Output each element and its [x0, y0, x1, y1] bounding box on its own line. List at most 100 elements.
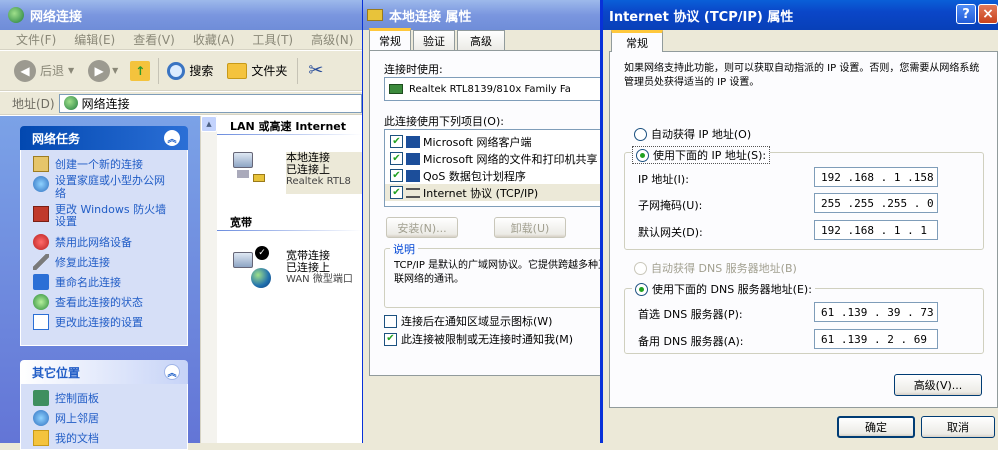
preferred-dns-field[interactable]: 61 .139 . 39 . 73 — [814, 302, 938, 322]
connection-status: 已连接上 — [286, 261, 330, 274]
protocol-icon — [406, 187, 420, 198]
menu-tools[interactable]: 工具(T) — [252, 31, 293, 48]
menu-advanced[interactable]: 高级(N) — [311, 31, 353, 48]
address-input[interactable]: 网络连接 — [58, 93, 362, 113]
auto-ip-option[interactable]: 自动获得 IP 地址(O) — [634, 126, 751, 142]
task-create-connection[interactable]: 创建一个新的连接 — [33, 154, 179, 174]
connection-small-icon — [367, 9, 383, 21]
explorer-titlebar[interactable]: 网络连接 — [0, 0, 362, 30]
tab-general[interactable]: 常规 — [369, 28, 411, 50]
task-home-network[interactable]: 设置家庭或小型办公网络 — [33, 174, 179, 204]
ok-button[interactable]: 确定 — [837, 416, 915, 438]
scroll-up-icon[interactable]: ▲ — [201, 116, 217, 132]
menu-edit[interactable]: 编辑(E) — [74, 31, 115, 48]
network-neighborhood-icon — [33, 410, 49, 426]
manual-ip-option[interactable]: 使用下面的 IP 地址(S): — [632, 146, 771, 164]
back-button[interactable]: ◀ 后退 ▼ — [14, 59, 74, 82]
help-icon: ? — [962, 6, 970, 22]
task-rename-connection[interactable]: 重命名此连接 — [33, 272, 179, 292]
explorer-window: 网络连接 文件(F) 编辑(E) 查看(V) 收藏(A) 工具(T) 高级(N)… — [0, 0, 362, 450]
item-checkbox[interactable]: ✔ — [390, 135, 403, 148]
tab-advanced[interactable]: 高级 — [457, 30, 505, 50]
manual-ip-radio[interactable] — [636, 148, 649, 162]
cancel-button[interactable]: 取消 — [921, 416, 995, 438]
collapse-icon[interactable]: ︽ — [164, 364, 180, 380]
network-tasks-header[interactable]: 网络任务 ︽ — [20, 126, 188, 150]
forward-button[interactable]: ▶ ▼ — [88, 59, 118, 82]
explorer-title: 网络连接 — [30, 9, 83, 25]
tcpip-titlebar[interactable]: Internet 协议 (TCP/IP) 属性 — [603, 0, 998, 30]
new-connection-icon — [33, 156, 49, 172]
list-item[interactable]: ✔ Microsoft 网络的文件和打印机共享 — [385, 150, 602, 167]
item-checkbox[interactable]: ✔ — [390, 152, 403, 165]
tab-general[interactable]: 常规 — [611, 30, 663, 52]
list-item[interactable]: ✔ QoS 数据包计划程序 — [385, 167, 602, 184]
rename-icon — [33, 274, 49, 290]
list-item[interactable]: ✔ Microsoft 网络客户端 — [385, 133, 602, 150]
notify-option[interactable]: ✔ 此连接被限制或无连接时通知我(M) — [384, 331, 573, 347]
collapse-icon[interactable]: ︽ — [164, 130, 180, 146]
manual-dns-radio[interactable] — [635, 282, 648, 296]
preferred-dns-label: 首选 DNS 服务器(P): — [638, 308, 743, 321]
connection-device: WAN 微型端口 — [286, 274, 353, 285]
up-folder-button[interactable]: ↑ — [130, 60, 151, 81]
place-control-panel[interactable]: 控制面板 — [33, 388, 179, 408]
task-pane: 网络任务 ︽ 创建一个新的连接 设置家庭或小型办公网络 更改 Windows 防… — [0, 116, 200, 450]
subnet-mask-label: 子网掩码(U): — [638, 199, 703, 212]
other-places-header[interactable]: 其它位置 ︽ — [20, 360, 188, 384]
task-view-status[interactable]: 查看此连接的状态 — [33, 292, 179, 312]
show-icon-option[interactable]: 连接后在通知区域显示图标(W) — [384, 313, 552, 329]
ip-address-field[interactable]: 192 .168 . 1 .158 — [814, 167, 938, 187]
network-tasks-list: 创建一个新的连接 设置家庭或小型办公网络 更改 Windows 防火墙设置 禁用… — [20, 150, 188, 346]
connection-device: Realtek RTL8 — [286, 176, 351, 187]
gateway-field[interactable]: 192 .168 . 1 . 1 — [814, 220, 938, 240]
connections-area: LAN 或高速 Internet 本地连接 已连接上 Realtek RTL8 … — [217, 116, 362, 443]
notify-checkbox[interactable]: ✔ — [384, 332, 397, 346]
items-list[interactable]: ✔ Microsoft 网络客户端 ✔ Microsoft 网络的文件和打印机共享 … — [384, 129, 602, 207]
item-checkbox[interactable]: ✔ — [390, 169, 403, 182]
task-firewall[interactable]: 更改 Windows 防火墙设置 — [33, 204, 179, 232]
manual-dns-option[interactable]: 使用下面的 DNS 服务器地址(E): — [632, 281, 815, 297]
broadband-connection-item[interactable]: ✓ 宽带连接 已连接上 WAN 微型端口 — [231, 244, 362, 294]
connect-using-label: 连接时使用: — [384, 63, 443, 76]
auto-dns-radio[interactable] — [634, 261, 647, 275]
connected-check-icon: ✓ — [255, 246, 269, 260]
local-props-titlebar[interactable]: 本地连接 属性 — [363, 0, 602, 30]
local-connection-item[interactable]: 本地连接 已连接上 Realtek RTL8 — [231, 146, 362, 196]
tab-authentication[interactable]: 验证 — [413, 30, 455, 50]
auto-ip-radio[interactable] — [634, 127, 647, 141]
task-repair-connection[interactable]: 修复此连接 — [33, 252, 179, 272]
home-network-icon — [33, 176, 49, 192]
task-disable-device[interactable]: 禁用此网络设备 — [33, 232, 179, 252]
place-network-neighborhood[interactable]: 网上邻居 — [33, 408, 179, 428]
folders-button[interactable]: 文件夹 — [227, 62, 287, 79]
client-icon — [406, 135, 420, 148]
menu-file[interactable]: 文件(F) — [16, 31, 56, 48]
menu-favorites[interactable]: 收藏(A) — [193, 31, 235, 48]
subnet-mask-field[interactable]: 255 .255 .255 . 0 — [814, 193, 938, 213]
control-panel-icon — [33, 390, 49, 406]
list-item[interactable]: ✔ Internet 协议 (TCP/IP) — [385, 184, 602, 201]
task-pane-scrollbar[interactable]: ▲ — [200, 116, 217, 443]
search-button[interactable]: 搜索 — [167, 61, 213, 80]
place-my-documents[interactable]: 我的文档 — [33, 428, 179, 448]
install-button[interactable]: 安装(N)... — [386, 217, 458, 238]
alternate-dns-field[interactable]: 61 .139 . 2 . 69 — [814, 329, 938, 349]
auto-dns-option[interactable]: 自动获得 DNS 服务器地址(B) — [634, 260, 797, 276]
group-lan-header: LAN 或高速 Internet — [230, 120, 347, 133]
item-checkbox[interactable]: ✔ — [390, 186, 403, 199]
cut-icon[interactable]: ✂ — [308, 60, 323, 81]
task-change-settings[interactable]: 更改此连接的设置 — [33, 312, 179, 332]
settings-icon — [33, 314, 49, 330]
uninstall-button[interactable]: 卸载(U) — [494, 217, 566, 238]
advanced-button[interactable]: 高级(V)... — [894, 374, 982, 396]
menu-bar: 文件(F) 编辑(E) 查看(V) 收藏(A) 工具(T) 高级(N) — [0, 30, 362, 50]
back-dropdown-icon[interactable]: ▼ — [68, 66, 74, 75]
description-label: 说明 — [390, 241, 418, 257]
show-icon-checkbox[interactable] — [384, 314, 397, 328]
address-label: 地址(D) — [12, 96, 55, 111]
tcpip-dialog: Internet 协议 (TCP/IP) 属性 ? × 常规 如果网络支持此功能… — [600, 0, 998, 443]
help-button[interactable]: ? — [956, 4, 976, 24]
menu-view[interactable]: 查看(V) — [133, 31, 175, 48]
close-button[interactable]: × — [978, 4, 998, 24]
